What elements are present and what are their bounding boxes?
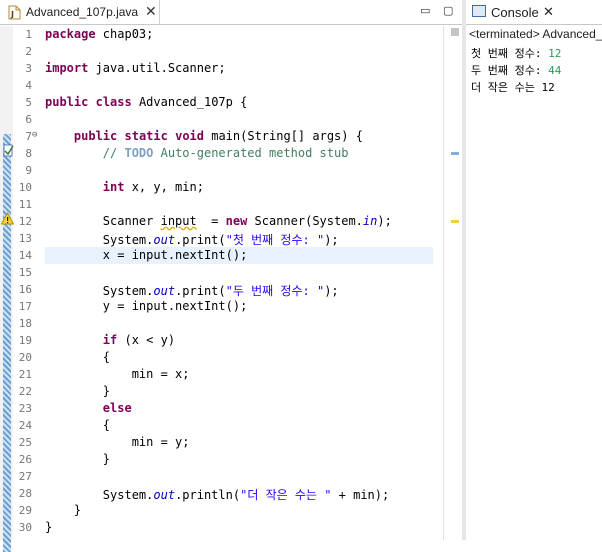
warning-icon[interactable] — [1, 212, 14, 226]
line-number: 19 — [18, 334, 32, 347]
code-line[interactable]: } — [45, 503, 81, 517]
code-line[interactable]: else — [45, 401, 132, 415]
tab-console[interactable]: Console ✕ — [466, 0, 602, 25]
line-number: 25 — [18, 436, 32, 449]
line-number: 14 — [18, 249, 32, 262]
terminated-label: <terminated> Advanced_ — [469, 27, 602, 41]
code-line[interactable]: if (x < y) — [45, 333, 175, 347]
code-line[interactable]: y = input.nextInt(); — [45, 299, 248, 313]
line-number: 20 — [18, 351, 32, 364]
code-line[interactable]: System.out.println("더 작은 수는 " + min); — [45, 486, 389, 503]
line-number: 30 — [18, 521, 32, 534]
line-number: 27 — [18, 470, 32, 483]
task-overview-mark[interactable] — [451, 152, 459, 155]
close-icon[interactable]: ✕ — [145, 3, 157, 20]
line-number: 8 — [25, 147, 32, 160]
tab-label: Advanced_107p.java — [26, 5, 139, 19]
fold-toggle-icon[interactable]: ⊖ — [32, 130, 37, 140]
line-number: 26 — [18, 453, 32, 466]
line-number: 16 — [18, 283, 32, 296]
code-line[interactable]: min = x; — [45, 367, 190, 381]
line-number: 9 — [25, 164, 32, 177]
minimize-icon[interactable]: ▭ — [420, 4, 430, 17]
code-line[interactable]: int x, y, min; — [45, 180, 204, 194]
console-tab-label: Console — [491, 5, 539, 20]
line-number: 18 — [18, 317, 32, 330]
code-line[interactable]: public static void main(String[] args) { — [45, 129, 363, 143]
code-line[interactable]: } — [45, 520, 52, 534]
console-line: 두 번째 정수: 44 — [471, 64, 562, 77]
task-marker-icon — [3, 144, 14, 157]
line-number: 2 — [25, 45, 32, 58]
code-line[interactable]: { — [45, 418, 110, 432]
code-line[interactable]: // TODO Auto-generated method stub — [45, 146, 349, 160]
code-line[interactable]: min = y; — [45, 435, 190, 449]
line-number: 12 — [18, 215, 32, 228]
warning-overview-mark[interactable] — [451, 220, 459, 223]
code-line[interactable]: public class Advanced_107p { — [45, 95, 247, 109]
code-line[interactable]: System.out.print("첫 번째 정수: "); — [45, 231, 339, 248]
line-number: 3 — [25, 62, 32, 75]
editor-tab-bar: J Advanced_107p.java ✕ ▭ ▢ — [0, 0, 462, 25]
line-number: 21 — [18, 368, 32, 381]
java-file-icon: J — [8, 5, 21, 20]
line-number: 13 — [18, 232, 32, 245]
line-number: 28 — [18, 487, 32, 500]
code-line[interactable]: System.out.print("두 번째 정수: "); — [45, 282, 339, 299]
console-pane: Console ✕ <terminated> Advanced_ 첫 번째 정수… — [466, 0, 602, 540]
console-line: 더 작은 수는 12 — [471, 81, 555, 94]
line-number: 7 — [25, 130, 32, 143]
line-number: 23 — [18, 402, 32, 415]
change-indicator — [3, 134, 11, 552]
line-number: 29 — [18, 504, 32, 517]
line-number: 10 — [18, 181, 32, 194]
line-number: 15 — [18, 266, 32, 279]
code-line[interactable]: { — [45, 350, 110, 364]
code-line[interactable]: } — [45, 384, 110, 398]
editor-pane: J Advanced_107p.java ✕ ▭ ▢ ⊖ 1 package ch… — [0, 0, 463, 552]
close-icon[interactable]: ✕ — [543, 4, 554, 20]
line-number: 4 — [25, 79, 32, 92]
line-number: 1 — [25, 28, 32, 41]
line-number: 22 — [18, 385, 32, 398]
code-line[interactable]: import java.util.Scanner; — [45, 61, 226, 75]
vertical-ruler — [0, 26, 14, 552]
code-line[interactable]: } — [45, 452, 110, 466]
line-number: 11 — [18, 198, 32, 211]
console-line: 첫 번째 정수: 12 — [471, 47, 562, 60]
code-line[interactable]: x = input.nextInt(); — [45, 248, 248, 262]
overview-ruler — [443, 26, 463, 540]
code-line[interactable]: package chap03; — [45, 27, 153, 41]
overview-corner — [451, 28, 459, 36]
svg-text:J: J — [10, 10, 14, 19]
tab-advanced-107p[interactable]: J Advanced_107p.java ✕ — [0, 0, 160, 25]
line-number: 17 — [18, 300, 32, 313]
maximize-icon[interactable]: ▢ — [443, 4, 453, 17]
line-number: 24 — [18, 419, 32, 432]
line-number: 6 — [25, 113, 32, 126]
console-icon — [472, 5, 486, 17]
line-number: 5 — [25, 96, 32, 109]
code-line[interactable]: Scanner input = new Scanner(System.in); — [45, 214, 392, 228]
